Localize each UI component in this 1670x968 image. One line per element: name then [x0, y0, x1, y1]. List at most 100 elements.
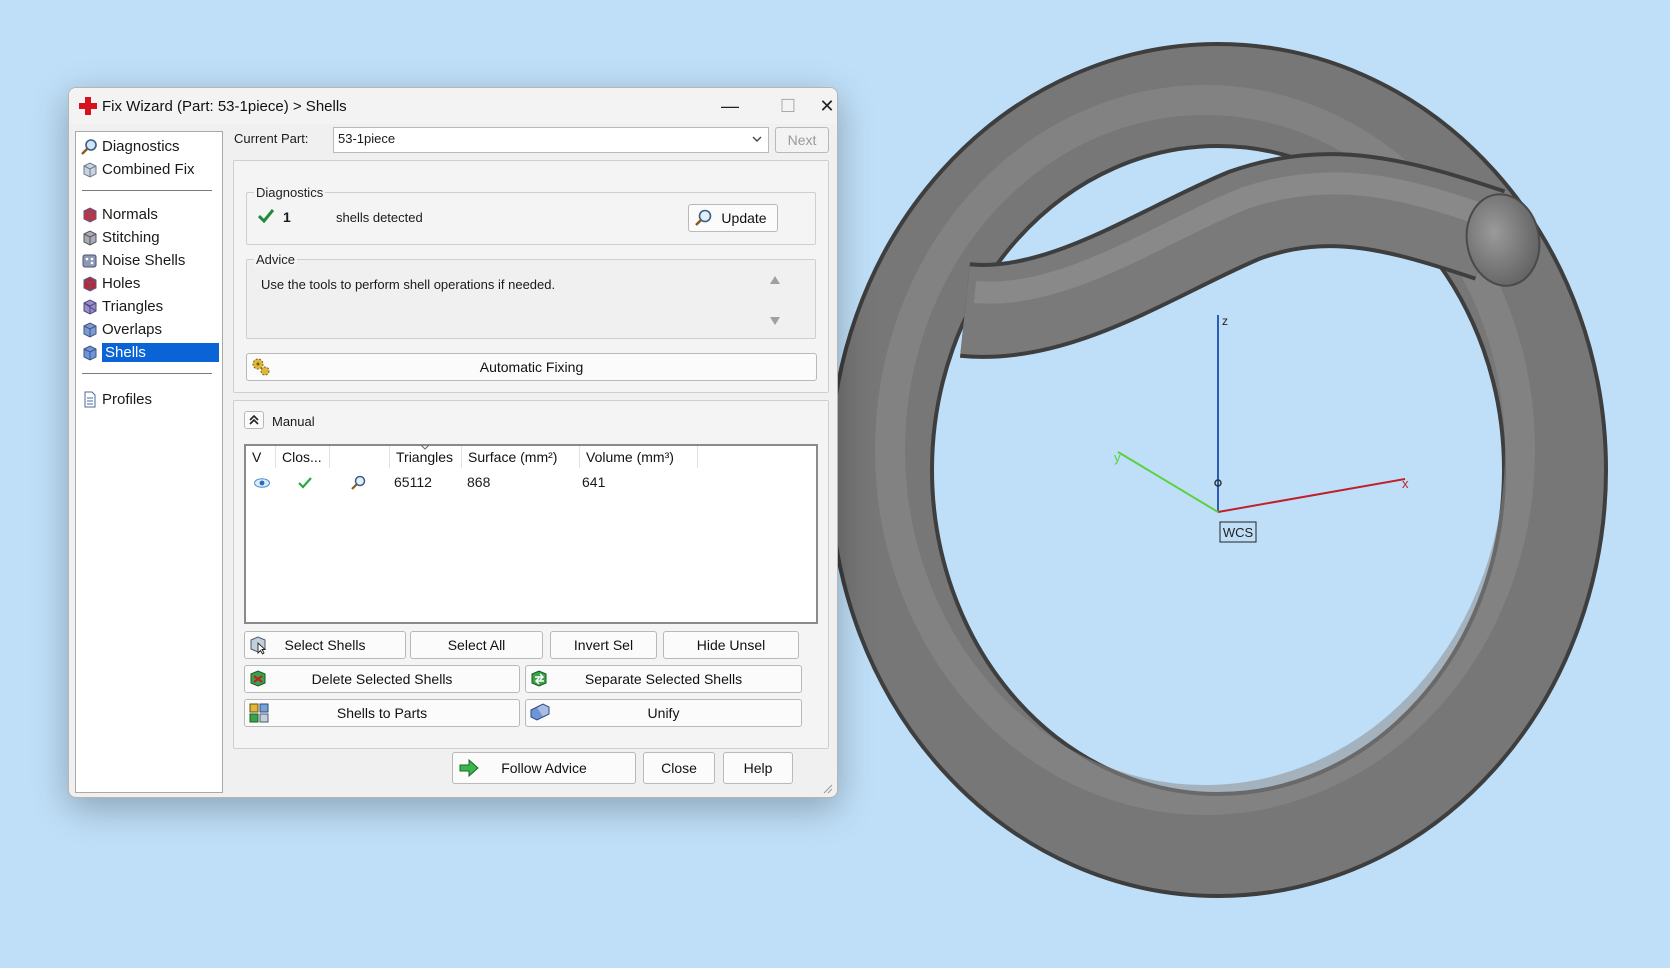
- column-header-closed[interactable]: Clos...: [276, 446, 330, 468]
- invert-selection-button[interactable]: Invert Sel: [550, 631, 657, 659]
- diagnostics-label: Diagnostics: [254, 185, 326, 200]
- help-button[interactable]: Help: [723, 752, 793, 784]
- select-all-button[interactable]: Select All: [410, 631, 543, 659]
- shells-table[interactable]: V Clos... Triangles Surface (mm²) Volume…: [244, 444, 818, 624]
- red-cross-icon: [79, 97, 97, 115]
- resize-grip-icon[interactable]: [821, 782, 833, 794]
- current-part-label: Current Part:: [234, 131, 309, 146]
- sort-indicator-icon: [421, 445, 429, 450]
- magnifier-icon[interactable]: [350, 475, 366, 491]
- follow-advice-button[interactable]: Follow Advice: [452, 752, 636, 784]
- advice-text: Use the tools to perform shell operation…: [261, 277, 556, 292]
- table-row[interactable]: 65112 868 641: [246, 468, 816, 494]
- axis-triad: [1117, 315, 1406, 513]
- nav-item-diagnostics[interactable]: Diagnostics: [81, 135, 219, 157]
- cube-red-icon: [83, 206, 97, 223]
- column-header-inspect[interactable]: [330, 446, 390, 468]
- magnifier-icon: [81, 138, 97, 155]
- nav-item-profiles[interactable]: Profiles: [81, 388, 219, 410]
- unify-icon: [530, 703, 550, 721]
- nav-item-noise-shells[interactable]: Noise Shells: [81, 249, 219, 271]
- nav-item-label: Combined Fix: [102, 160, 195, 178]
- cube-blue-icon: [83, 344, 97, 361]
- update-button-label: Update: [721, 210, 767, 226]
- column-header-visible[interactable]: V: [246, 446, 276, 468]
- nav-item-label: Noise Shells: [102, 251, 186, 269]
- current-part-select[interactable]: 53-1piece: [333, 127, 769, 153]
- nav-item-normals[interactable]: Normals: [81, 203, 219, 225]
- nav-divider: [82, 190, 212, 191]
- shell-count: 1: [283, 209, 291, 225]
- hide-unselected-button[interactable]: Hide Unsel: [663, 631, 799, 659]
- shells-to-parts-icon: [249, 703, 269, 723]
- surface-value: 868: [467, 474, 491, 490]
- collapse-manual-button[interactable]: [244, 411, 264, 429]
- nav-item-overlaps[interactable]: Overlaps: [81, 318, 219, 340]
- scroll-up-icon: [770, 276, 780, 284]
- shells-to-parts-button[interactable]: Shells to Parts: [244, 699, 520, 727]
- wizard-nav-list: Diagnostics Combined Fix Normals Stitchi…: [75, 131, 223, 793]
- nav-item-label: Profiles: [102, 390, 153, 408]
- cube-purple-icon: [83, 298, 97, 315]
- nav-item-combined-fix[interactable]: Combined Fix: [81, 158, 219, 180]
- dice-icon: [82, 254, 97, 267]
- nav-item-label: Triangles: [102, 297, 164, 315]
- column-header-surface[interactable]: Surface (mm²): [462, 446, 580, 468]
- follow-advice-label: Follow Advice: [501, 760, 587, 776]
- title-bar[interactable]: Fix Wizard (Part: 53-1piece) > Shells — …: [69, 88, 837, 124]
- delete-selected-label: Delete Selected Shells: [311, 671, 453, 687]
- eye-icon[interactable]: [254, 478, 270, 488]
- scroll-down-icon: [770, 317, 780, 325]
- y-axis-label: y: [1114, 450, 1121, 465]
- nav-item-holes[interactable]: Holes: [81, 272, 219, 294]
- z-axis-label: z: [1222, 314, 1228, 328]
- closed-check-icon: [298, 477, 312, 489]
- update-button[interactable]: Update: [688, 204, 778, 232]
- magnifier-icon: [695, 209, 712, 226]
- nav-item-label: Normals: [102, 205, 158, 223]
- nav-item-stitching[interactable]: Stitching: [81, 226, 219, 248]
- automatic-fixing-label: Automatic Fixing: [479, 359, 584, 375]
- advice-scrollbar[interactable]: [768, 273, 782, 327]
- nav-item-triangles[interactable]: Triangles: [81, 295, 219, 317]
- nav-item-label: Shells: [102, 342, 219, 362]
- manual-label: Manual: [272, 414, 315, 429]
- diagnostics-panel: Diagnostics 1 shells detected Update Adv…: [233, 160, 829, 393]
- desktop: { "dialog": { "title": "Fix Wizard (Part…: [0, 0, 1670, 968]
- separate-shells-icon: [531, 670, 547, 687]
- manual-panel: Manual V Clos... Triangles Surface (mm²)…: [233, 400, 829, 749]
- close-window-button[interactable]: ✕: [817, 88, 837, 124]
- advice-label: Advice: [254, 252, 298, 267]
- nav-item-label: Stitching: [102, 228, 160, 246]
- minimize-button[interactable]: —: [701, 88, 759, 124]
- unify-label: Unify: [647, 705, 680, 721]
- separate-selected-label: Separate Selected Shells: [584, 671, 743, 687]
- nav-item-label: Holes: [102, 274, 141, 292]
- shells-to-parts-label: Shells to Parts: [336, 705, 428, 721]
- select-shells-icon: [250, 636, 267, 655]
- maximize-button[interactable]: ☐: [759, 88, 817, 124]
- nav-divider: [82, 373, 212, 374]
- select-shells-label: Select Shells: [284, 637, 366, 653]
- fix-wizard-dialog: Fix Wizard (Part: 53-1piece) > Shells — …: [68, 87, 838, 798]
- cube-blue-icon: [83, 321, 97, 338]
- nav-item-label: Diagnostics: [102, 137, 180, 155]
- nav-item-shells[interactable]: Shells: [81, 341, 219, 363]
- unify-button[interactable]: Unify: [525, 699, 802, 727]
- x-axis-label: x: [1402, 476, 1409, 491]
- cube-red-icon: [83, 275, 97, 292]
- next-button[interactable]: Next: [775, 127, 829, 153]
- delete-selected-shells-button[interactable]: Delete Selected Shells: [244, 665, 520, 693]
- gears-icon: [252, 358, 270, 376]
- diagnostics-status-text: shells detected: [336, 210, 423, 225]
- dialog-title: Fix Wizard (Part: 53-1piece) > Shells: [102, 98, 347, 115]
- document-icon: [84, 391, 96, 407]
- close-button[interactable]: Close: [643, 752, 715, 784]
- nav-item-label: Overlaps: [102, 320, 163, 338]
- automatic-fixing-button[interactable]: Automatic Fixing: [246, 353, 817, 381]
- column-header-volume[interactable]: Volume (mm³): [580, 446, 698, 468]
- volume-value: 641: [582, 474, 606, 490]
- advice-box: [246, 259, 816, 339]
- separate-selected-shells-button[interactable]: Separate Selected Shells: [525, 665, 802, 693]
- select-shells-button[interactable]: Select Shells: [244, 631, 406, 659]
